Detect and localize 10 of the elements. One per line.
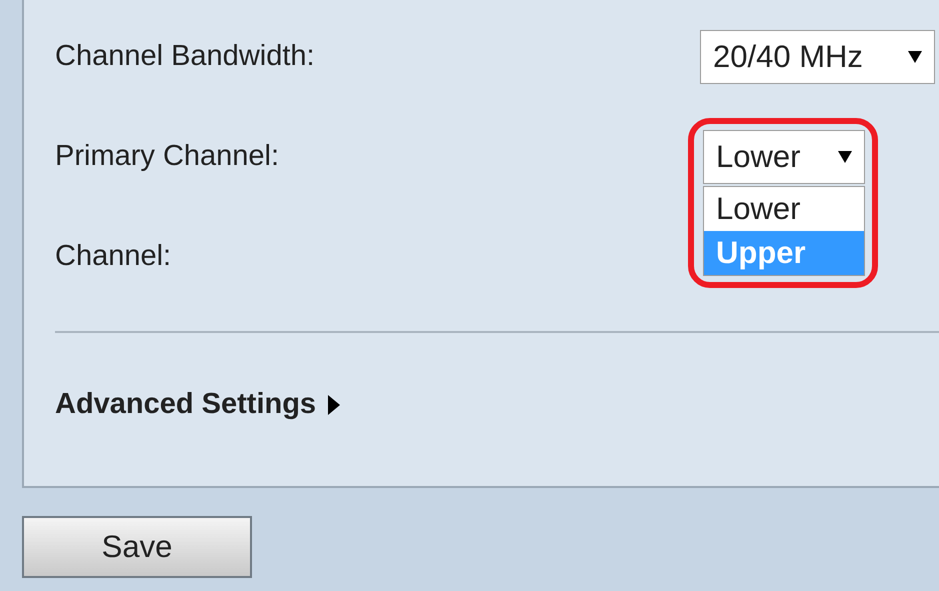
save-button[interactable]: Save xyxy=(22,516,252,578)
advanced-settings-toggle[interactable]: Advanced Settings xyxy=(55,383,340,426)
caret-icon xyxy=(838,151,852,163)
field-label: Channel Bandwidth: xyxy=(55,39,316,74)
field-label: Channel: xyxy=(55,239,172,274)
field-label: Primary Channel: xyxy=(55,139,280,174)
select-field[interactable]: Lower xyxy=(703,130,865,184)
triangle-icon xyxy=(328,394,340,415)
select-field[interactable]: 20/40 MHz xyxy=(700,30,935,84)
caret-icon xyxy=(908,51,922,63)
